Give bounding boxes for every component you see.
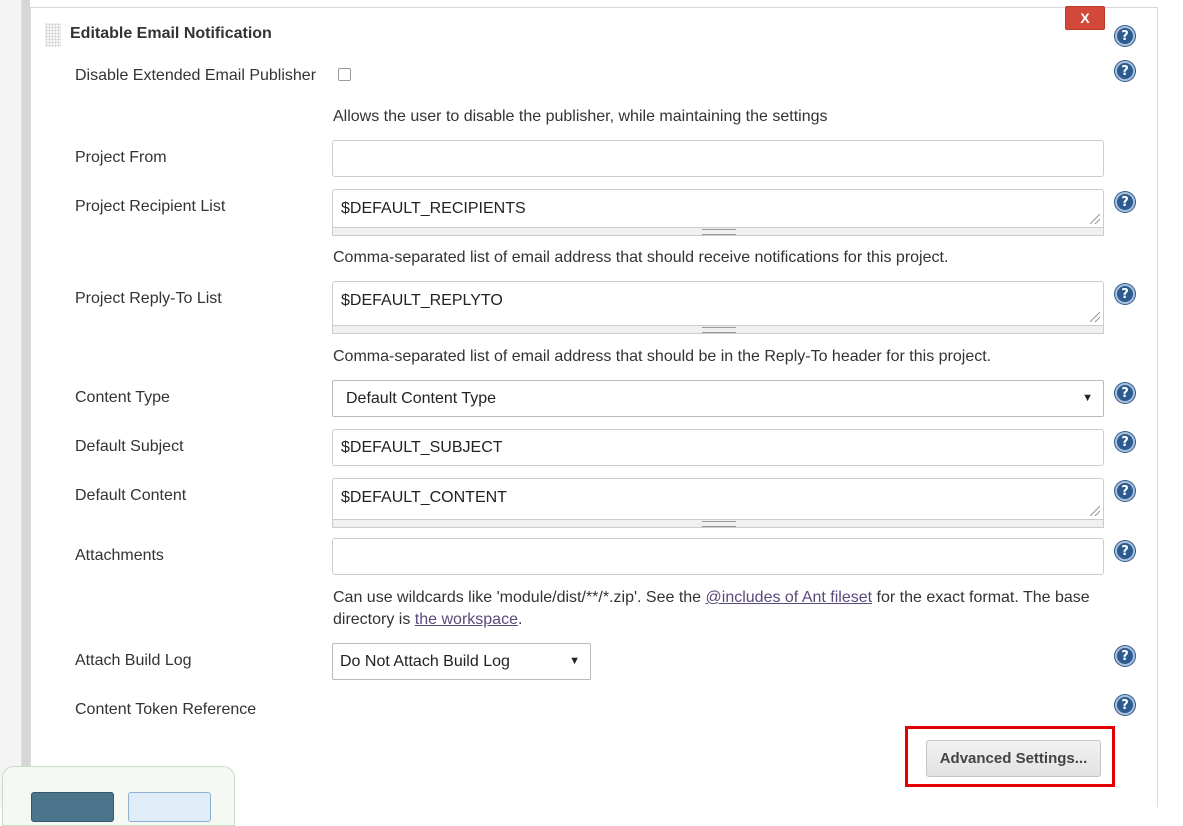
textarea-expand-grip[interactable] [332,228,1104,236]
workspace-link[interactable]: the workspace [415,611,518,628]
content-token-reference-help-icon[interactable]: ? [1115,695,1135,715]
content-type-label: Content Type [75,389,170,406]
attach-build-log-help-icon[interactable]: ? [1115,646,1135,666]
apply-button[interactable] [128,792,211,822]
attachments-description: Can use wildcards like 'module/dist/**/*… [333,587,1123,631]
section-title: Editable Email Notification [70,25,272,42]
default-subject-input[interactable]: $DEFAULT_SUBJECT [332,429,1104,466]
default-subject-label: Default Subject [75,438,184,455]
page-gutter [0,0,22,807]
reply-to-description: Comma-separated list of email address th… [333,348,992,365]
attachments-help-icon[interactable]: ? [1115,541,1135,561]
recipient-list-help-icon[interactable]: ? [1115,192,1135,212]
content-type-help-icon[interactable]: ? [1115,383,1135,403]
default-content-textarea[interactable]: $DEFAULT_CONTENT [332,478,1104,520]
content-type-selected: Default Content Type [346,389,497,407]
resize-handle-icon[interactable] [1090,506,1100,516]
disable-publisher-label: Disable Extended Email Publisher [75,67,317,84]
default-content-value: $DEFAULT_CONTENT [341,489,507,506]
attachments-label: Attachments [75,547,164,564]
recipient-list-textarea[interactable]: $DEFAULT_RECIPIENTS [332,189,1104,228]
reply-to-label: Project Reply-To List [75,290,222,307]
save-button[interactable] [31,792,114,822]
reply-to-value: $DEFAULT_REPLYTO [341,292,503,309]
reply-to-help-icon[interactable]: ? [1115,284,1135,304]
content-type-select[interactable]: Default Content Type ▼ [332,380,1104,417]
attachments-desc-text: Can use wildcards like 'module/dist/**/*… [333,589,706,606]
attach-build-log-select[interactable]: Do Not Attach Build Log ▼ [332,643,591,680]
textarea-expand-grip[interactable] [332,326,1104,334]
attach-build-log-label: Attach Build Log [75,652,192,669]
resize-handle-icon[interactable] [1090,312,1100,322]
recipient-list-field: $DEFAULT_RECIPIENTS [332,189,1104,236]
default-content-label: Default Content [75,487,187,504]
previous-section-border [30,0,1158,8]
content-token-reference-label: Content Token Reference [75,701,257,718]
reply-to-field: $DEFAULT_REPLYTO [332,281,1104,334]
attach-build-log-selected: Do Not Attach Build Log [340,652,510,670]
delete-section-button[interactable]: X [1065,6,1105,30]
section-rail [22,0,30,807]
disable-publisher-help-icon[interactable]: ? [1115,61,1135,81]
dropdown-arrow-icon: ▼ [1082,392,1093,404]
recipient-list-description: Comma-separated list of email address th… [333,249,949,266]
textarea-expand-grip[interactable] [332,520,1104,528]
ant-fileset-link[interactable]: @includes of Ant fileset [706,589,873,606]
attachments-desc-text: . [517,611,523,628]
recipient-list-label: Project Recipient List [75,198,226,215]
default-subject-help-icon[interactable]: ? [1115,432,1135,452]
resize-handle-icon[interactable] [1090,214,1100,224]
disable-publisher-checkbox[interactable] [338,68,351,81]
advanced-settings-button[interactable]: Advanced Settings... [926,740,1101,777]
default-content-field: $DEFAULT_CONTENT [332,478,1104,528]
attachments-input[interactable] [332,538,1104,575]
project-from-label: Project From [75,149,167,166]
project-from-input[interactable] [332,140,1104,177]
dropdown-arrow-icon: ▼ [569,655,580,667]
recipient-list-value: $DEFAULT_RECIPIENTS [341,200,526,217]
attachments-desc-text: for the exact format. The base [872,589,1090,606]
disable-publisher-description: Allows the user to disable the publisher… [333,108,828,125]
drag-handle-icon[interactable] [45,23,61,47]
default-content-help-icon[interactable]: ? [1115,481,1135,501]
attachments-desc-text: directory is [333,611,415,628]
reply-to-textarea[interactable]: $DEFAULT_REPLYTO [332,281,1104,326]
section-help-icon[interactable]: ? [1115,26,1135,46]
